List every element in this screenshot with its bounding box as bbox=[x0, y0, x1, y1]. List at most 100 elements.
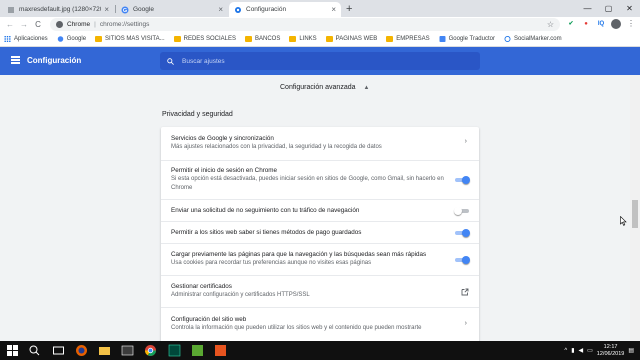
toggle-switch[interactable] bbox=[454, 229, 470, 237]
folder-icon bbox=[173, 36, 181, 42]
firefox-icon[interactable] bbox=[75, 344, 88, 357]
reload-button[interactable]: C bbox=[31, 20, 45, 29]
row-manage-certificates[interactable]: Gestionar certificados Administrar confi… bbox=[161, 275, 479, 307]
search-icon bbox=[167, 57, 174, 65]
section-title: Privacidad y seguridad bbox=[162, 111, 233, 118]
tab-maxresdefault[interactable]: maxresdefault.jpg (1280×720) × bbox=[2, 2, 114, 17]
settings-search-input[interactable]: Buscar ajustes bbox=[160, 52, 480, 70]
volume-icon[interactable]: ◀ bbox=[579, 347, 584, 354]
bookmark-folder[interactable]: REDES SOCIALES bbox=[173, 36, 236, 42]
bookmark-label: EMPRESAS bbox=[396, 36, 430, 42]
notifications-icon[interactable]: ▤ bbox=[628, 347, 634, 354]
site-name: Chrome bbox=[67, 21, 91, 28]
toggle-switch[interactable] bbox=[454, 176, 470, 184]
more-menu-icon[interactable]: ⋮ bbox=[626, 19, 636, 29]
row-label: Permitir el inicio de sesión en Chrome bbox=[171, 167, 278, 174]
google-icon: G bbox=[121, 6, 129, 14]
translate-icon bbox=[439, 36, 446, 42]
bookmark-aplicaciones[interactable]: Aplicaciones bbox=[4, 36, 48, 42]
camtasia-icon[interactable] bbox=[191, 344, 204, 357]
system-tray: ^ ▮ ◀ ▭ 12:17 12/06/2019 ▤ bbox=[564, 341, 634, 360]
bookmark-folder[interactable]: PAGINAS WEB bbox=[325, 36, 378, 42]
windows-taskbar: ^ ▮ ◀ ▭ 12:17 12/06/2019 ▤ bbox=[0, 341, 640, 360]
image-file-icon bbox=[8, 6, 14, 13]
close-icon[interactable]: × bbox=[104, 5, 109, 14]
address-bar[interactable]: Chrome | chrome://settings ☆ bbox=[50, 18, 560, 31]
bookmark-label: SocialMarker.com bbox=[513, 36, 562, 42]
search-icon[interactable] bbox=[28, 344, 41, 357]
close-icon[interactable]: × bbox=[331, 5, 336, 14]
row-google-services[interactable]: Servicios de Google y sincronización Más… bbox=[161, 127, 479, 160]
tab-strip: maxresdefault.jpg (1280×720) × G Google … bbox=[0, 0, 640, 17]
globe-icon bbox=[504, 36, 511, 42]
row-site-settings[interactable]: Configuración del sitio web Controla la … bbox=[161, 307, 479, 341]
bookmark-google[interactable]: Google bbox=[57, 36, 86, 42]
row-allow-chrome-signin: Permitir el inicio de sesión en Chrome S… bbox=[161, 160, 479, 199]
bookmark-label: SITIOS MAS VISITA... bbox=[105, 36, 165, 42]
bookmark-folder[interactable]: BANCOS bbox=[244, 36, 281, 42]
new-tab-button[interactable]: + bbox=[346, 3, 352, 15]
bookmark-folder[interactable]: EMPRESAS bbox=[386, 36, 430, 42]
bookmark-socialmarker[interactable]: SocialMarker.com bbox=[504, 36, 562, 42]
bookmark-label: LINKS bbox=[299, 36, 317, 42]
toggle-switch[interactable] bbox=[454, 207, 470, 215]
settings-header: Configuración Buscar ajustes bbox=[0, 47, 640, 75]
open-external-icon bbox=[461, 288, 469, 296]
tab-google[interactable]: G Google × bbox=[116, 2, 228, 17]
forward-button[interactable]: → bbox=[17, 20, 31, 29]
folder-icon bbox=[244, 36, 252, 42]
row-do-not-track: Enviar una solicitud de no seguimiento c… bbox=[161, 199, 479, 221]
bookmark-label: PAGINAS WEB bbox=[335, 36, 378, 42]
iq-extension-icon[interactable]: IQ bbox=[596, 19, 606, 29]
advanced-settings-toggle[interactable]: Configuración avanzada ▲ bbox=[280, 84, 369, 91]
settings-content: Configuración avanzada ▲ Privacidad y se… bbox=[0, 75, 630, 341]
clock-date: 12/06/2019 bbox=[596, 350, 625, 357]
svg-text:G: G bbox=[123, 8, 127, 14]
task-view-icon[interactable] bbox=[52, 344, 65, 357]
row-preload-pages: Cargar previamente las páginas para que … bbox=[161, 243, 479, 275]
chevron-up-icon: ▲ bbox=[363, 84, 370, 91]
row-label: Enviar una solicitud de no seguimiento c… bbox=[171, 207, 360, 214]
profile-avatar-icon[interactable] bbox=[611, 19, 621, 29]
windows-start-icon[interactable] bbox=[6, 344, 19, 357]
google-icon bbox=[57, 36, 63, 42]
app-icon[interactable] bbox=[121, 344, 134, 357]
gear-icon bbox=[235, 6, 241, 13]
network-icon[interactable]: ▮ bbox=[571, 347, 574, 354]
red-extension-icon[interactable]: ● bbox=[581, 19, 591, 29]
bookmark-folder[interactable]: LINKS bbox=[289, 36, 317, 42]
close-icon[interactable]: × bbox=[218, 5, 223, 14]
bookmark-label: BANCOS bbox=[254, 36, 281, 42]
maximize-button[interactable]: ▢ bbox=[598, 0, 619, 17]
bookmark-folder[interactable]: SITIOS MAS VISITA... bbox=[95, 36, 165, 42]
folder-icon bbox=[95, 36, 103, 42]
minimize-button[interactable]: — bbox=[577, 0, 598, 17]
back-button[interactable]: ← bbox=[3, 20, 17, 29]
mouse-cursor-icon bbox=[620, 216, 627, 226]
page-title: Configuración bbox=[27, 56, 82, 65]
bookmark-label: Google bbox=[66, 36, 87, 42]
scrollbar-thumb[interactable] bbox=[632, 200, 638, 228]
bookmark-google-traductor[interactable]: Google Traductor bbox=[439, 36, 495, 42]
search-placeholder: Buscar ajustes bbox=[182, 57, 225, 65]
toggle-switch[interactable] bbox=[454, 256, 470, 264]
row-description: Usa cookies para recordar tus preferenci… bbox=[171, 260, 372, 266]
file-explorer-icon[interactable] bbox=[98, 344, 111, 357]
tab-configuracion[interactable]: Configuración × bbox=[229, 2, 341, 17]
taskbar-clock[interactable]: 12:17 12/06/2019 bbox=[597, 344, 625, 358]
apps-grid-icon bbox=[4, 36, 11, 42]
language-icon[interactable]: ▭ bbox=[587, 347, 593, 354]
browser-toolbar: ← → C Chrome | chrome://settings ☆ ✔ ● I… bbox=[0, 17, 640, 32]
row-description: Controla la información que pueden utili… bbox=[171, 325, 422, 331]
audition-icon[interactable] bbox=[168, 344, 181, 357]
hamburger-menu-icon[interactable] bbox=[11, 56, 20, 64]
privacy-settings-card: Servicios de Google y sincronización Más… bbox=[161, 127, 479, 341]
address-url: chrome://settings bbox=[99, 21, 150, 28]
row-label: Configuración del sitio web bbox=[171, 316, 247, 323]
bookmark-star-icon[interactable]: ☆ bbox=[547, 20, 554, 29]
checkmark-extension-icon[interactable]: ✔ bbox=[566, 19, 576, 29]
close-window-button[interactable]: ✕ bbox=[619, 0, 640, 17]
chrome-icon[interactable] bbox=[144, 344, 157, 357]
recorder-icon[interactable] bbox=[214, 344, 227, 357]
chevron-up-icon[interactable]: ^ bbox=[564, 348, 567, 354]
